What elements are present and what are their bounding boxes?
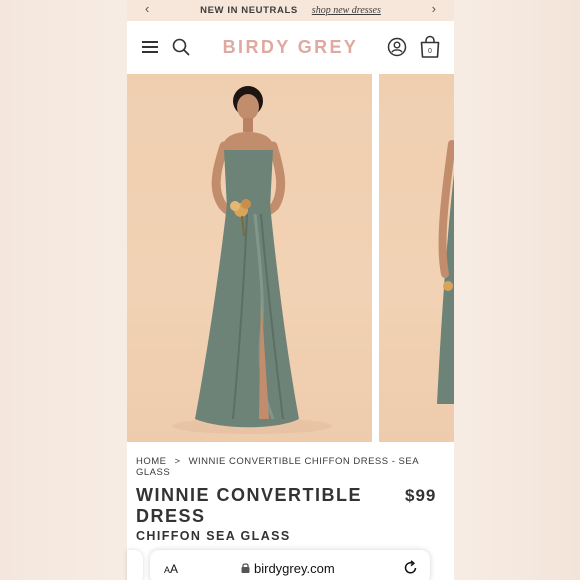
mobile-page: ‹ NEW IN NEUTRALS shop new dresses › BIR… (127, 0, 454, 580)
previous-tab-card[interactable] (127, 550, 143, 580)
product-price: $99 (405, 486, 437, 505)
safari-address-bar[interactable]: AA birdygrey.com (150, 550, 430, 580)
product-color: CHIFFON SEA GLASS (136, 529, 291, 543)
product-photo-next[interactable] (379, 74, 454, 442)
url-text[interactable]: birdygrey.com (254, 561, 335, 576)
breadcrumb: HOME > WINNIE CONVERTIBLE CHIFFON DRESS - … (136, 456, 454, 478)
shopping-bag-icon[interactable]: 0 (419, 35, 441, 59)
product-photo-main[interactable] (127, 74, 372, 442)
aa-large: A (170, 562, 179, 576)
reload-icon[interactable] (403, 560, 418, 575)
site-header: BIRDY GREY 0 (127, 21, 454, 74)
account-icon[interactable] (387, 37, 407, 57)
product-title: WINNIE CONVERTIBLE DRESS (136, 485, 363, 526)
product-gallery[interactable] (127, 74, 454, 442)
reader-options-button[interactable]: AA (164, 562, 178, 576)
breadcrumb-separator: > (174, 456, 181, 467)
model-dress-illustration (172, 86, 332, 434)
promo-link[interactable]: shop new dresses (312, 5, 381, 16)
chevron-left-icon[interactable]: ‹ (145, 1, 149, 16)
promo-text: NEW IN NEUTRALS (200, 5, 298, 16)
lock-icon (241, 563, 250, 573)
bag-count: 0 (428, 48, 432, 55)
promo-banner: ‹ NEW IN NEUTRALS shop new dresses › (127, 0, 454, 21)
model-side-illustration (437, 140, 454, 404)
breadcrumb-home[interactable]: HOME (136, 456, 167, 467)
chevron-right-icon[interactable]: › (432, 1, 436, 16)
